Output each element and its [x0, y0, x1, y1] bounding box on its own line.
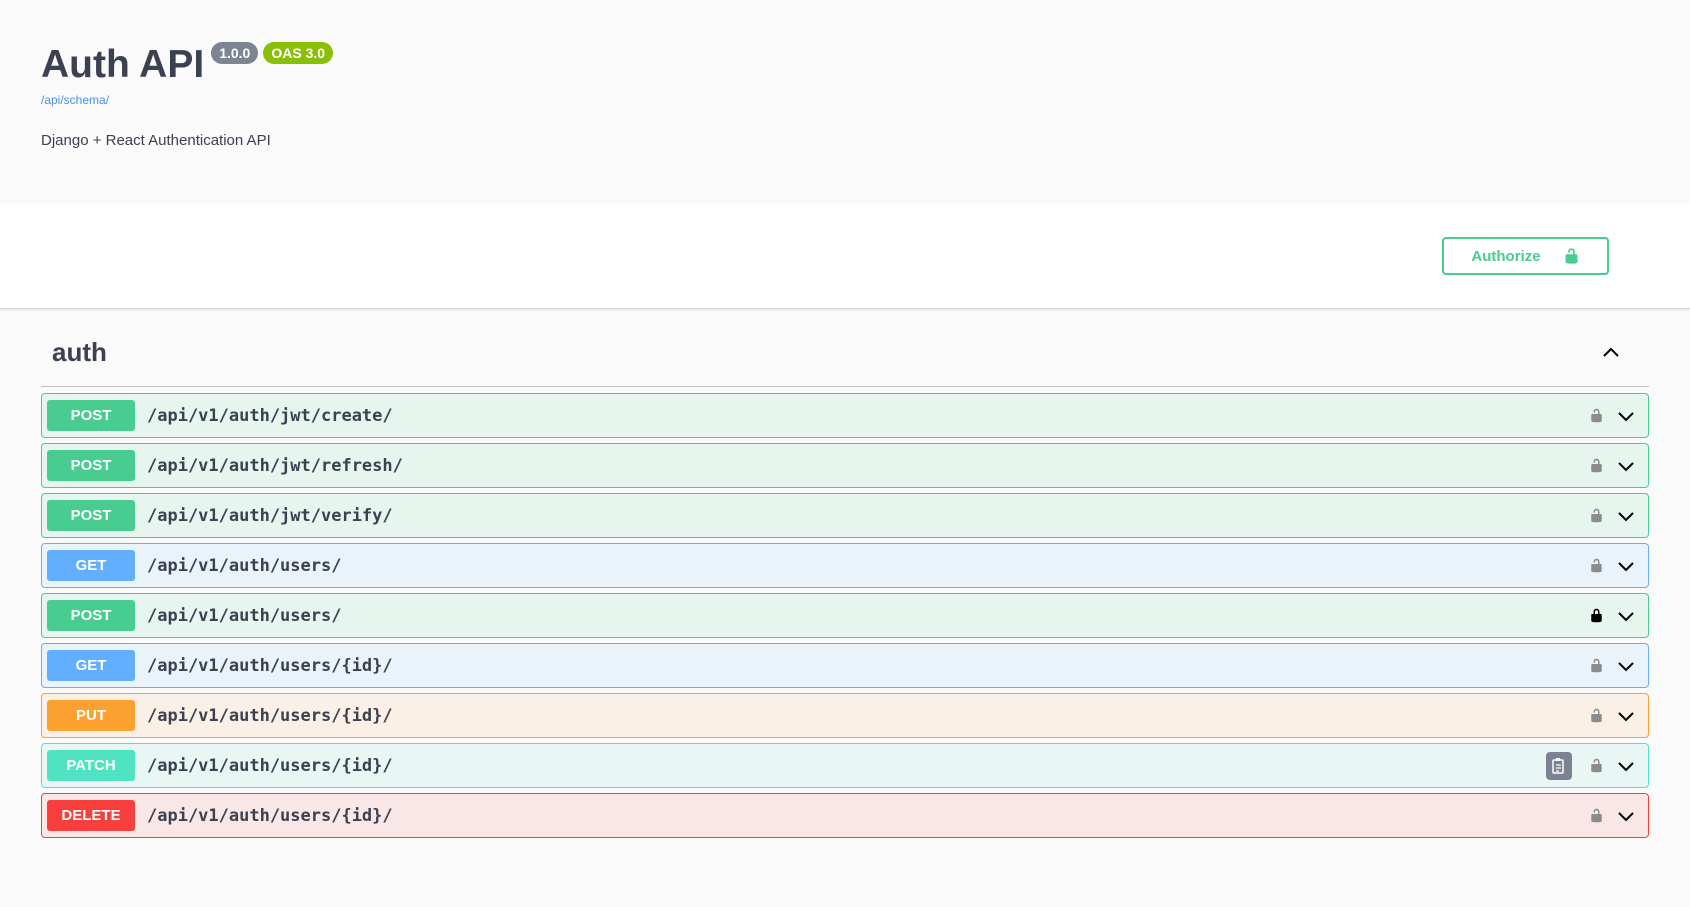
operation-path: /api/v1/auth/users/{id}/ — [147, 705, 393, 726]
chevron-down-icon[interactable] — [1616, 506, 1636, 526]
operation-post[interactable]: POST/api/v1/auth/jwt/refresh/ — [41, 443, 1649, 488]
authorize-label: Authorize — [1471, 247, 1541, 265]
tag-header-auth[interactable]: auth — [41, 309, 1649, 387]
chevron-down-icon[interactable] — [1616, 656, 1636, 676]
unlock-icon[interactable] — [1588, 706, 1604, 726]
operation-get[interactable]: GET/api/v1/auth/users/ — [41, 543, 1649, 588]
operation-path: /api/v1/auth/jwt/refresh/ — [147, 455, 403, 476]
operation-controls — [1588, 694, 1636, 737]
api-info: Auth API 1.0.0 OAS 3.0 /api/schema/ Djan… — [0, 0, 1690, 203]
method-badge: POST — [47, 400, 135, 431]
operation-path: /api/v1/auth/jwt/verify/ — [147, 505, 393, 526]
unlock-icon[interactable] — [1588, 506, 1604, 526]
operation-delete[interactable]: DELETE/api/v1/auth/users/{id}/ — [41, 793, 1649, 838]
api-description: Django + React Authentication API — [41, 132, 271, 149]
operation-get[interactable]: GET/api/v1/auth/users/{id}/ — [41, 643, 1649, 688]
chevron-up-icon[interactable] — [1599, 341, 1623, 365]
unlock-icon — [1565, 248, 1578, 264]
method-badge: DELETE — [47, 800, 135, 831]
copy-to-clipboard-icon[interactable] — [1546, 751, 1572, 780]
lock-icon[interactable] — [1588, 606, 1604, 626]
operation-path: /api/v1/auth/jwt/create/ — [147, 405, 393, 426]
operation-post[interactable]: POST/api/v1/auth/users/ — [41, 593, 1649, 638]
operation-path: /api/v1/auth/users/ — [147, 605, 342, 626]
operation-controls — [1546, 744, 1636, 787]
chevron-down-icon[interactable] — [1616, 606, 1636, 626]
operation-put[interactable]: PUT/api/v1/auth/users/{id}/ — [41, 693, 1649, 738]
method-badge: PATCH — [47, 750, 135, 781]
schema-link[interactable]: /api/schema/ — [41, 93, 1649, 107]
operation-patch[interactable]: PATCH/api/v1/auth/users/{id}/ — [41, 743, 1649, 788]
operation-path: /api/v1/auth/users/{id}/ — [147, 655, 393, 676]
method-badge: POST — [47, 500, 135, 531]
tag-name: auth — [52, 337, 107, 367]
method-badge: GET — [47, 650, 135, 681]
operation-controls — [1588, 794, 1636, 837]
method-badge: POST — [47, 450, 135, 481]
tag-section: auth POST/api/v1/auth/jwt/create/POST/ap… — [0, 309, 1690, 838]
chevron-down-icon[interactable] — [1616, 406, 1636, 426]
operations-list: POST/api/v1/auth/jwt/create/POST/api/v1/… — [41, 393, 1649, 838]
unlock-icon[interactable] — [1588, 456, 1604, 476]
chevron-down-icon[interactable] — [1616, 556, 1636, 576]
title-row: Auth API 1.0.0 OAS 3.0 — [41, 42, 1649, 88]
unlock-icon[interactable] — [1588, 556, 1604, 576]
oas-badge: OAS 3.0 — [263, 42, 334, 64]
operation-controls — [1588, 544, 1636, 587]
operation-post[interactable]: POST/api/v1/auth/jwt/verify/ — [41, 493, 1649, 538]
operation-controls — [1588, 494, 1636, 537]
operation-path: /api/v1/auth/users/{id}/ — [147, 805, 393, 826]
api-title: Auth API — [41, 43, 205, 86]
operation-post[interactable]: POST/api/v1/auth/jwt/create/ — [41, 393, 1649, 438]
operation-controls — [1588, 644, 1636, 687]
operation-path: /api/v1/auth/users/ — [147, 555, 342, 576]
version-badge: 1.0.0 — [211, 42, 259, 64]
operation-controls — [1588, 394, 1636, 437]
method-badge: PUT — [47, 700, 135, 731]
unlock-icon[interactable] — [1588, 656, 1604, 676]
unlock-icon[interactable] — [1588, 756, 1604, 776]
scheme-container: Authorize — [0, 203, 1690, 309]
operation-controls — [1588, 444, 1636, 487]
method-badge: GET — [47, 550, 135, 581]
authorize-button[interactable]: Authorize — [1442, 237, 1609, 275]
chevron-down-icon[interactable] — [1616, 456, 1636, 476]
chevron-down-icon[interactable] — [1616, 756, 1636, 776]
unlock-icon[interactable] — [1588, 806, 1604, 826]
operation-path: /api/v1/auth/users/{id}/ — [147, 755, 393, 776]
chevron-down-icon[interactable] — [1616, 706, 1636, 726]
operation-controls — [1588, 594, 1636, 637]
method-badge: POST — [47, 600, 135, 631]
chevron-down-icon[interactable] — [1616, 806, 1636, 826]
unlock-icon[interactable] — [1588, 406, 1604, 426]
